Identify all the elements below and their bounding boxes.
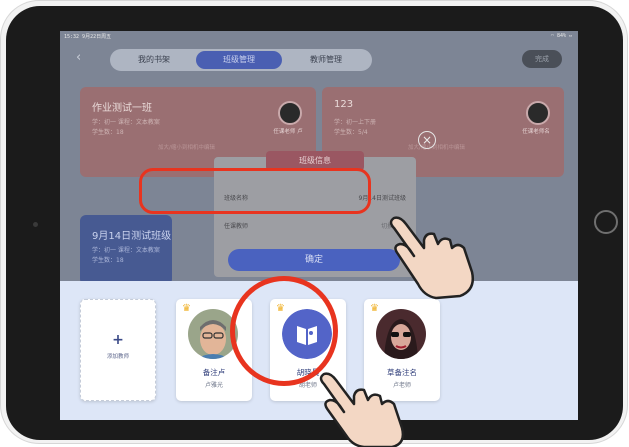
pointing-hand-icon: [389, 216, 474, 300]
class-hint: 加大/缩小到相机中编辑: [158, 145, 215, 151]
battery-icon: ▭: [568, 33, 572, 39]
teacher-name: 备注卢: [202, 368, 226, 377]
teacher-subname: 卢雅光: [204, 382, 223, 389]
crown-icon: ♛: [182, 303, 191, 314]
plus-icon: +: [112, 332, 124, 348]
tab-segmented-control: 我的书架 班级管理 教师管理: [110, 49, 372, 71]
close-icon[interactable]: ×: [418, 131, 436, 149]
teacher-label: 任课教师: [224, 223, 249, 230]
status-bar: 15:32 9月22日周五 ◠ 84% ▭: [60, 31, 578, 41]
add-teacher-card[interactable]: + 添加教师: [80, 299, 156, 401]
highlight-box: [139, 168, 371, 214]
teacher-avatar: [526, 101, 550, 125]
ipad-device: 15:32 9月22日周五 ◠ 84% ▭ ‹ 我的书架 班级管理 教师管理 完…: [0, 0, 629, 447]
class-card[interactable]: 9月14日测试班级 学：初一 课程：文本教案 学生数：18: [80, 215, 172, 285]
tab-teacher-management[interactable]: 教师管理: [284, 51, 368, 69]
pointing-hand-icon: [319, 372, 405, 447]
class-info: 学：初一上下册: [334, 119, 377, 126]
home-button[interactable]: [594, 210, 618, 234]
top-bar: ‹ 我的书架 班级管理 教师管理 完成: [60, 41, 578, 75]
tab-class-management[interactable]: 班级管理: [196, 51, 282, 69]
teacher-name: 任课老师 卢: [273, 129, 303, 135]
teacher-name: 任课老师名: [522, 129, 550, 135]
class-student-count: 学生数：18: [92, 129, 124, 136]
confirm-button[interactable]: 确定: [228, 249, 400, 271]
teacher-avatar: [376, 309, 426, 359]
front-camera: [33, 222, 38, 227]
back-chevron-icon[interactable]: ‹: [76, 50, 81, 65]
teacher-avatar: [278, 101, 302, 125]
class-title: 作业测试一班: [92, 103, 152, 114]
tab-bookshelf[interactable]: 我的书架: [114, 51, 194, 69]
class-hint: 加大/缩小到相机中编辑: [408, 145, 465, 151]
crown-icon: ♛: [370, 303, 379, 314]
class-student-count: 学生数：5/4: [334, 129, 368, 136]
done-button[interactable]: 完成: [522, 50, 562, 68]
status-time: 15:32 9月22日周五: [64, 34, 112, 40]
add-teacher-label: 添加教师: [106, 354, 129, 360]
class-title: 9月14日测试班级: [92, 231, 172, 242]
class-student-count: 学生数：18: [92, 257, 124, 264]
status-battery: ◠ 84% ▭: [550, 33, 572, 39]
class-info: 学：初一 课程：文本教案: [92, 247, 160, 254]
class-info: 学：初一 课程：文本教案: [92, 119, 160, 126]
class-title: 123: [334, 99, 354, 110]
